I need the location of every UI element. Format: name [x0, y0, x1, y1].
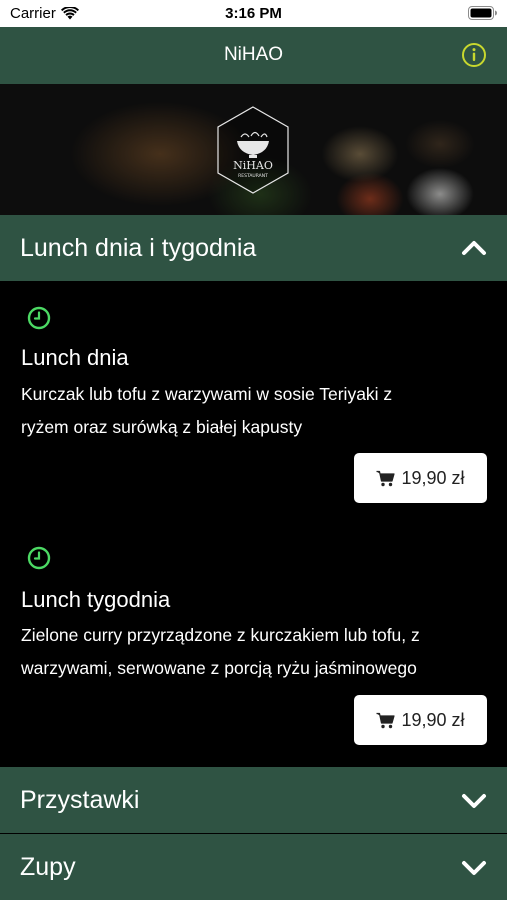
nav-title: NiHAO: [223, 44, 284, 65]
item-name: Lunch tygodnia: [21, 587, 171, 612]
clock-icon: [27, 306, 51, 330]
chevron-down-icon: [462, 794, 486, 808]
menu-item: Lunch dnia Kurczak lub tofu z warzywami …: [0, 281, 507, 521]
add-to-cart-button[interactable]: 19,90 zł: [354, 453, 487, 503]
logo-text: NiHAO: [233, 159, 273, 172]
status-bar: Carrier 3:16 PM: [0, 0, 507, 27]
item-description: Zielone curry przyrządzone z kurczakiem …: [21, 619, 491, 685]
section-label: Zupy: [20, 852, 76, 881]
item-description-line: Kurczak lub tofu z warzywami w sosie Ter…: [21, 384, 393, 404]
section-label: Przystawki: [20, 785, 140, 814]
item-description: Kurczak lub tofu z warzywami w sosie Ter…: [21, 378, 491, 444]
nav-bar: NiHAO: [0, 27, 507, 84]
battery-icon: [468, 6, 497, 20]
clock-icon: [27, 546, 51, 570]
chevron-down-icon: [462, 861, 486, 875]
hero-image: NiHAO RESTAURANT: [0, 84, 507, 215]
info-icon[interactable]: [461, 42, 487, 68]
cart-icon: [376, 470, 396, 486]
item-description-line: warzywami, serwowane z porcją ryżu jaśmi…: [21, 658, 417, 678]
cart-icon: [376, 712, 396, 728]
price-label: 19,90 zł: [401, 709, 465, 730]
item-description-line: ryżem oraz surówką z białej kapusty: [21, 417, 303, 437]
item-name: Lunch dnia: [21, 345, 129, 370]
status-time: 3:16 PM: [225, 5, 282, 22]
section-label: Lunch dnia i tygodnia: [20, 233, 257, 262]
price-label: 19,90 zł: [401, 467, 465, 488]
add-to-cart-button[interactable]: 19,90 zł: [354, 695, 487, 745]
item-description-line: Zielone curry przyrządzone z kurczakiem …: [21, 625, 420, 645]
restaurant-logo: NiHAO RESTAURANT: [217, 106, 289, 194]
section-header-lunch[interactable]: Lunch dnia i tygodnia: [0, 215, 507, 281]
section-header-przystawki[interactable]: Przystawki: [0, 767, 507, 833]
section-header-zupy[interactable]: Zupy: [0, 834, 507, 900]
chevron-up-icon: [462, 241, 486, 255]
menu-item: Lunch tygodnia Zielone curry przyrządzon…: [0, 521, 507, 767]
logo-subtext: RESTAURANT: [238, 173, 268, 179]
